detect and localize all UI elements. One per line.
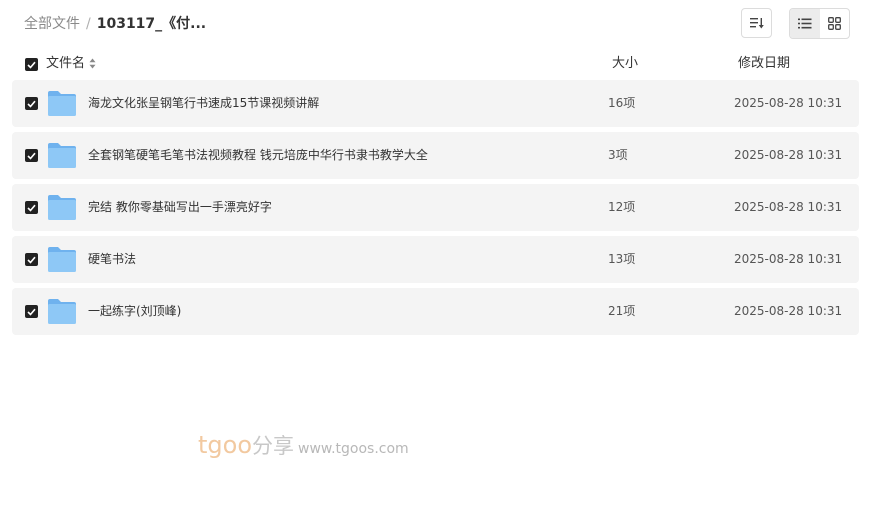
check-icon (27, 256, 36, 264)
file-size: 21项 (608, 304, 636, 318)
column-header-size[interactable]: 大小 (612, 55, 638, 73)
folder-icon (48, 195, 76, 220)
watermark: tgoo分享 www.tgoos.com (198, 430, 409, 460)
file-name[interactable]: 硬笔书法 (88, 251, 136, 268)
row-checkbox[interactable] (25, 253, 38, 266)
file-modified: 2025-08-28 10:31 (734, 304, 843, 318)
grid-view-button[interactable] (820, 9, 850, 38)
breadcrumb-root-link[interactable]: 全部文件 (24, 16, 80, 32)
breadcrumb-separator: / (86, 16, 91, 32)
check-icon (27, 308, 36, 316)
folder-icon (48, 143, 76, 168)
top-bar: 全部文件 / 103117_《付... (0, 0, 874, 48)
file-modified: 2025-08-28 10:31 (734, 148, 843, 162)
column-header-modified[interactable]: 修改日期 (738, 55, 790, 73)
file-size: 16项 (608, 96, 636, 110)
row-checkbox[interactable] (25, 97, 38, 110)
folder-icon (48, 91, 76, 116)
file-size: 12项 (608, 200, 636, 214)
list-view-icon (797, 18, 812, 29)
column-header-name[interactable]: 文件名 (46, 55, 85, 73)
sort-button[interactable] (741, 8, 772, 38)
check-icon (27, 204, 36, 212)
table-row[interactable]: 硬笔书法 13项 2025-08-28 10:31 (12, 236, 859, 283)
file-modified: 2025-08-28 10:31 (734, 96, 843, 110)
file-list: 海龙文化张呈钢笔行书速成15节课视频讲解 16项 2025-08-28 10:3… (12, 80, 859, 340)
file-name[interactable]: 全套钢笔硬笔毛笔书法视频教程 钱元培庞中华行书隶书教学大全 (88, 147, 428, 164)
table-header: 文件名 大小 修改日期 (12, 50, 859, 78)
table-row[interactable]: 全套钢笔硬笔毛笔书法视频教程 钱元培庞中华行书隶书教学大全 3项 2025-08… (12, 132, 859, 179)
row-checkbox[interactable] (25, 149, 38, 162)
file-modified: 2025-08-28 10:31 (734, 200, 843, 214)
file-modified: 2025-08-28 10:31 (734, 252, 843, 266)
grid-view-icon (827, 17, 841, 30)
table-row[interactable]: 完结 教你零基础写出一手漂亮好字 12项 2025-08-28 10:31 (12, 184, 859, 231)
file-size: 3项 (608, 148, 628, 162)
table-row[interactable]: 一起练字(刘顶峰) 21项 2025-08-28 10:31 (12, 288, 859, 335)
folder-icon (48, 299, 76, 324)
list-view-button[interactable] (790, 9, 820, 38)
row-checkbox[interactable] (25, 305, 38, 318)
watermark-url: www.tgoos.com (298, 441, 409, 457)
file-size: 13项 (608, 252, 636, 266)
file-name[interactable]: 一起练字(刘顶峰) (88, 303, 181, 320)
view-toggle (789, 8, 850, 39)
file-name[interactable]: 海龙文化张呈钢笔行书速成15节课视频讲解 (88, 95, 319, 112)
breadcrumb-current: 103117_《付... (96, 16, 207, 32)
sort-icon (749, 18, 764, 29)
folder-icon (48, 247, 76, 272)
check-icon (27, 100, 36, 108)
breadcrumb: 全部文件 / 103117_《付... (24, 14, 206, 34)
sort-caret-icon[interactable] (89, 58, 96, 69)
check-icon (27, 61, 36, 69)
select-all-checkbox[interactable] (25, 58, 38, 71)
row-checkbox[interactable] (25, 201, 38, 214)
check-icon (27, 152, 36, 160)
watermark-brand: tgoo (198, 431, 253, 459)
table-row[interactable]: 海龙文化张呈钢笔行书速成15节课视频讲解 16项 2025-08-28 10:3… (12, 80, 859, 127)
watermark-cn: 分享 (252, 434, 295, 458)
file-name[interactable]: 完结 教你零基础写出一手漂亮好字 (88, 199, 272, 216)
